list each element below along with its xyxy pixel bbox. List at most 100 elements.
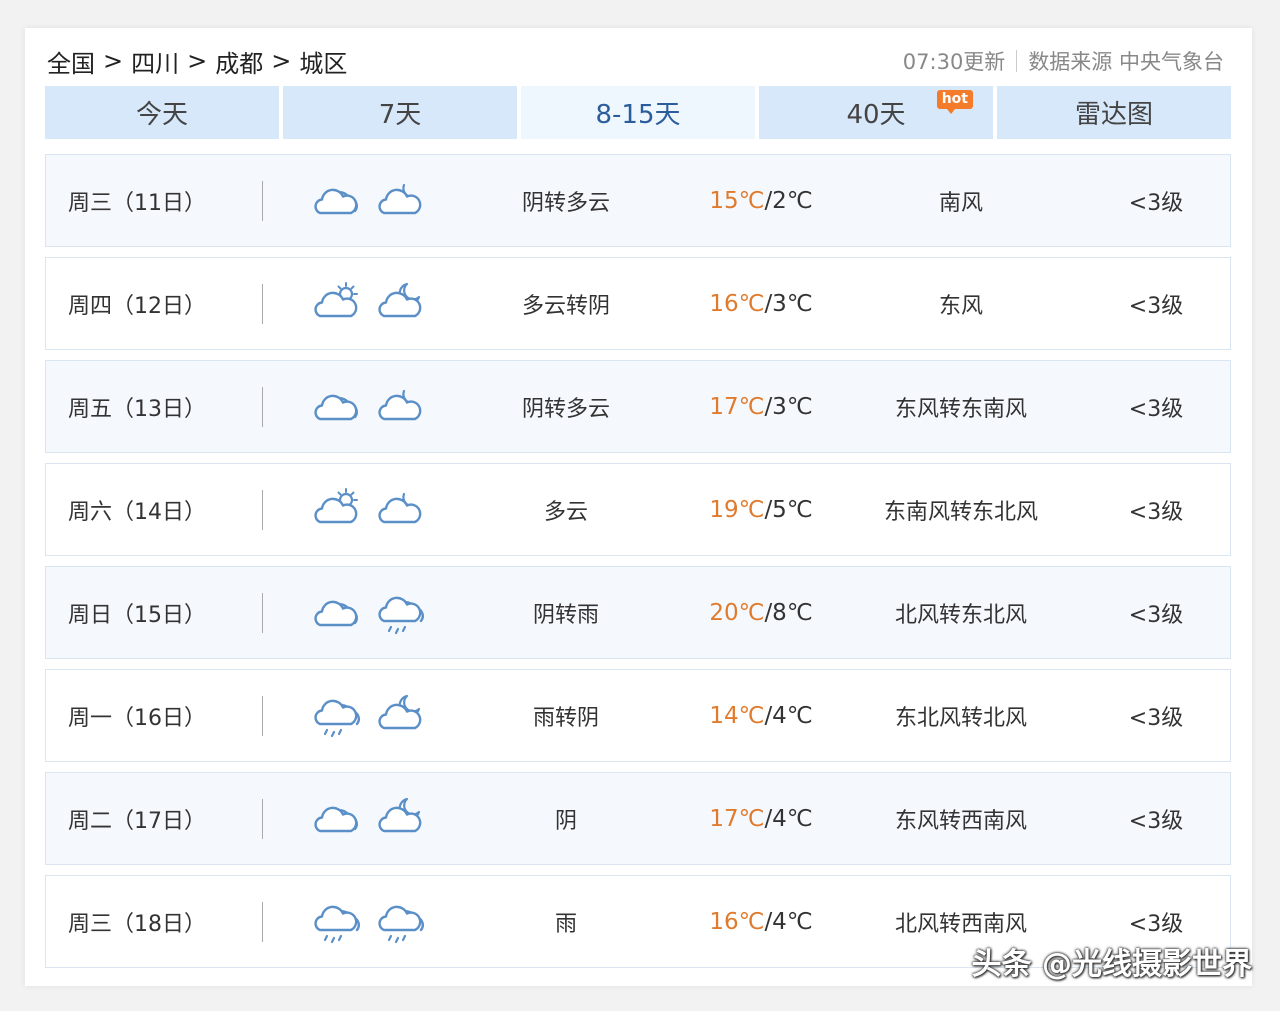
forecast-day: 周六（14日） [68, 499, 206, 525]
weather-icons [310, 280, 424, 326]
breadcrumb: 全国 > 四川 > 成都 > 城区 [47, 44, 347, 79]
high-temp: 14℃ [709, 702, 765, 729]
forecast-day: 周四（12日） [68, 293, 206, 319]
forecast-row: 周二（17日） 阴 17℃/4℃ 东风转西南风 <3级 [45, 772, 1231, 865]
weather-description: 阴转雨 [532, 602, 599, 628]
tab-label: 今天 [135, 100, 188, 130]
wind-level: <3级 [1128, 190, 1184, 216]
rain-icon [314, 905, 360, 944]
temperature: 14℃/4℃ [686, 703, 836, 729]
breadcrumb-item-city[interactable]: 成都 [215, 44, 263, 79]
forecast-day: 周一（16日） [68, 705, 206, 731]
weather-description: 雨转阴 [532, 705, 599, 731]
weather-description: 多云 [543, 499, 588, 525]
high-temp: 17℃ [709, 393, 765, 420]
tab-today[interactable]: 今天 [45, 86, 279, 139]
rain-icon [378, 905, 424, 944]
forecast-row: 周六（14日） 多云 19℃/5℃ 东南风转东北风 <3级 [45, 463, 1231, 556]
cloudy-moon-icon [378, 694, 422, 730]
tab-radar[interactable]: 雷达图 [997, 86, 1231, 139]
cloudy-icon [314, 806, 358, 833]
row-divider [262, 696, 263, 736]
breadcrumb-item-province[interactable]: 四川 [131, 44, 179, 79]
update-time: 07:30更新 [902, 50, 1006, 74]
forecast-day: 周三（18日） [68, 911, 206, 937]
wind-level: <3级 [1128, 705, 1184, 731]
tab-label: 8-15天 [595, 100, 681, 130]
breadcrumb-separator: > [271, 47, 292, 75]
temperature: 17℃/3℃ [686, 394, 836, 420]
forecast-day: 周五（13日） [68, 396, 206, 422]
forecast-list: 周三（11日） 阴转多云 15℃/2℃ 南风 <3级 周四（12日） 多云转阴 16℃/3℃ 东… [45, 154, 1231, 978]
partly-cloudy-day-icon [314, 488, 358, 524]
row-divider [262, 387, 263, 427]
high-temp: 17℃ [709, 805, 765, 832]
data-source: 数据来源 中央气象台 [1028, 50, 1224, 74]
cloudy-icon [314, 394, 358, 421]
temperature: 17℃/4℃ [686, 806, 836, 832]
low-temp: /2℃ [764, 187, 813, 214]
temperature: 20℃/8℃ [686, 600, 836, 626]
wind-direction: 东风转西南风 [894, 808, 1027, 834]
weather-icons [310, 383, 424, 429]
forecast-day: 周日（15日） [68, 602, 206, 628]
temperature: 15℃/2℃ [686, 188, 836, 214]
weather-icons [310, 177, 424, 223]
forecast-day: 周三（11日） [68, 190, 206, 216]
wind-direction: 东北风转北风 [894, 705, 1027, 731]
temperature: 19℃/5℃ [686, 497, 836, 523]
rain-icon [314, 699, 360, 738]
breadcrumb-separator: > [187, 47, 208, 75]
temperature: 16℃/4℃ [686, 909, 836, 935]
weather-description: 多云转阴 [521, 293, 610, 319]
weather-description: 阴转多云 [521, 396, 610, 422]
forecast-row: 周五（13日） 阴转多云 17℃/3℃ 东风转东南风 <3级 [45, 360, 1231, 453]
row-divider [262, 799, 263, 839]
low-temp: /4℃ [764, 908, 813, 935]
row-divider [262, 902, 263, 942]
tab-label: 40天 [846, 100, 906, 130]
high-temp: 16℃ [709, 908, 765, 935]
wind-direction: 东风转东南风 [894, 396, 1027, 422]
cloudy-moon-icon [378, 797, 422, 833]
wind-level: <3级 [1128, 499, 1184, 525]
row-divider [262, 593, 263, 633]
low-temp: /3℃ [764, 393, 813, 420]
rain-icon [378, 596, 424, 635]
cloudy-moon-icon [378, 282, 422, 318]
wind-level: <3级 [1128, 293, 1184, 319]
low-temp: /4℃ [764, 805, 813, 832]
high-temp: 16℃ [709, 290, 765, 317]
wind-level: <3级 [1128, 911, 1184, 937]
wind-level: <3级 [1128, 808, 1184, 834]
wind-direction: 东风 [938, 293, 983, 319]
tab-40days[interactable]: 40天 hot [759, 86, 993, 139]
cloudy-night-icon [378, 492, 422, 524]
wind-direction: 南风 [938, 190, 983, 216]
weather-description: 阴 [554, 808, 577, 834]
forecast-row: 周三（11日） 阴转多云 15℃/2℃ 南风 <3级 [45, 154, 1231, 247]
breadcrumb-item-country[interactable]: 全国 [47, 44, 95, 79]
meta-divider [1016, 50, 1018, 72]
wind-direction: 东南风转东北风 [883, 499, 1038, 525]
tab-8-15days[interactable]: 8-15天 [521, 86, 755, 139]
high-temp: 15℃ [709, 187, 765, 214]
weather-icons [310, 692, 424, 738]
update-meta: 07:30更新 数据来源 中央气象台 [903, 46, 1224, 76]
cloudy-night-icon [378, 389, 422, 421]
cloudy-icon [314, 188, 358, 215]
weather-description: 阴转多云 [521, 190, 610, 216]
wind-level: <3级 [1128, 396, 1184, 422]
high-temp: 20℃ [709, 599, 765, 626]
tab-label: 雷达图 [1074, 100, 1153, 130]
tab-7days[interactable]: 7天 [283, 86, 517, 139]
hot-badge: hot [936, 90, 973, 114]
top-bar: 全国 > 四川 > 成都 > 城区 07:30更新 数据来源 中央气象台 [47, 44, 1224, 78]
low-temp: /3℃ [764, 290, 813, 317]
watermark: 头条 @光线摄影世界 [971, 947, 1252, 982]
forecast-card: 全国 > 四川 > 成都 > 城区 07:30更新 数据来源 中央气象台 今天 … [25, 28, 1252, 986]
low-temp: /8℃ [764, 599, 813, 626]
wind-direction: 北风转西南风 [894, 911, 1027, 937]
tab-label: 7天 [378, 100, 422, 130]
row-divider [262, 490, 263, 530]
